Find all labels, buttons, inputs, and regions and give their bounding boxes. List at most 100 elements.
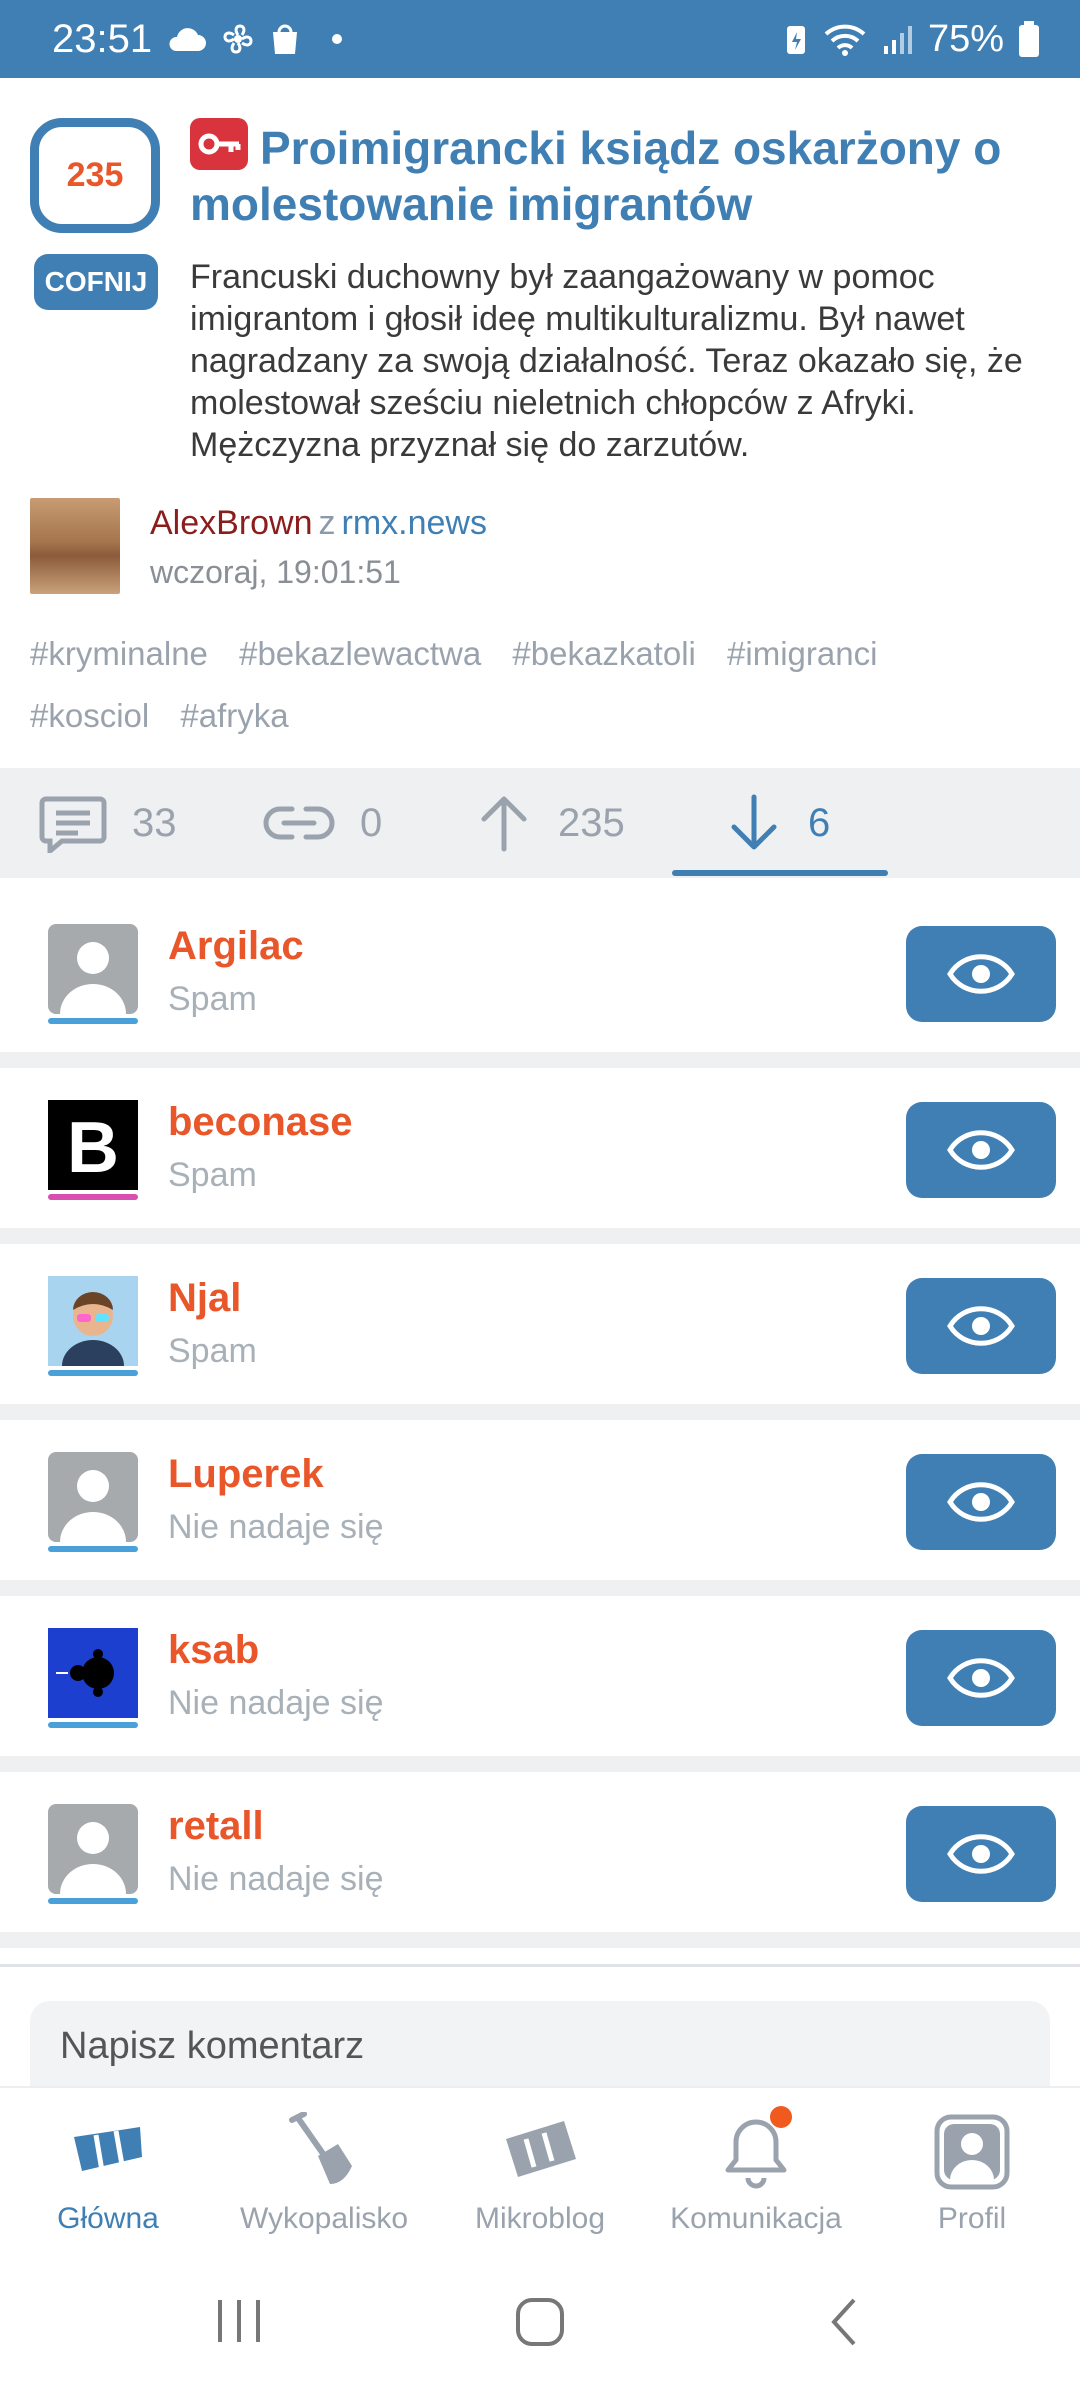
eye-icon — [947, 1834, 1015, 1874]
nav-label: Wykopalisko — [239, 2202, 409, 2235]
tag[interactable]: #kryminalne — [30, 635, 208, 672]
avatar[interactable] — [48, 1628, 138, 1718]
post-time: wczoraj, 19:01:51 — [150, 554, 401, 590]
author-name[interactable]: AlexBrown — [150, 504, 313, 542]
vote-reason: Nie nadaje się — [168, 1684, 384, 1722]
status-time: 23:51 — [52, 16, 153, 61]
eye-icon — [947, 1130, 1015, 1170]
avatar-underline — [48, 1898, 138, 1904]
post-title-text: Proimigrancki ksiądz oskarżony o molesto… — [190, 122, 1002, 230]
view-button[interactable] — [906, 1278, 1056, 1374]
link-icon — [263, 806, 335, 840]
status-left-icons — [166, 21, 343, 57]
home-icon — [68, 2112, 148, 2192]
arrow-up-icon — [481, 796, 527, 852]
tag[interactable]: #imigranci — [727, 635, 877, 672]
vote-counter[interactable]: 235 — [30, 118, 160, 233]
tag[interactable]: #kosciol — [30, 697, 149, 734]
eye-icon — [947, 1306, 1015, 1346]
voter-name[interactable]: Njal — [168, 1276, 241, 1321]
status-bar: 23:51 75% — [0, 0, 1080, 78]
voter-name[interactable]: retall — [168, 1804, 264, 1849]
tag[interactable]: #bekazlewactwa — [239, 635, 481, 672]
tab-upvotes[interactable]: 235 — [474, 768, 625, 878]
comment-area: Napisz komentarz — [0, 1964, 1080, 2089]
battery-percent: 75% — [927, 17, 1004, 60]
tags-list: #kryminalne #bekazlewactwa #bekazkatoli … — [30, 623, 1050, 747]
svg-text:B: B — [67, 1108, 119, 1188]
voter-name[interactable]: Argilac — [168, 924, 304, 969]
avatar[interactable] — [48, 1452, 138, 1542]
view-button[interactable] — [906, 1454, 1056, 1550]
voter-name[interactable]: beconase — [168, 1100, 353, 1145]
post-title[interactable]: Proimigrancki ksiądz oskarżony o molesto… — [190, 118, 1040, 232]
source-link[interactable]: rmx.news — [342, 504, 487, 542]
post-title-wrap: Proimigrancki ksiądz oskarżony o molesto… — [190, 118, 1040, 232]
vote-reason: Spam — [168, 1332, 257, 1370]
avatar[interactable] — [48, 924, 138, 1014]
recents-button[interactable] — [214, 2296, 264, 2351]
comment-input[interactable]: Napisz komentarz — [30, 2001, 1050, 2089]
system-nav-bar — [0, 2246, 1080, 2400]
back-button[interactable] — [824, 2296, 864, 2353]
home-button[interactable] — [514, 2296, 566, 2353]
avatar[interactable]: B — [48, 1100, 138, 1190]
arrow-down-icon — [731, 794, 777, 850]
post-thumbnail[interactable] — [30, 498, 120, 594]
bell-icon — [716, 2106, 796, 2192]
view-button[interactable] — [906, 1102, 1056, 1198]
vote-reason: Spam — [168, 980, 257, 1018]
author-row: AlexBrown z rmx.news wczoraj, 19:01:51 — [30, 498, 1050, 598]
downvoters-list: Argilac Spam B beconase Spam Njal Spam L… — [0, 892, 1080, 1948]
avatar-underline — [48, 1370, 138, 1376]
voter-name[interactable]: ksab — [168, 1628, 259, 1673]
fan-icon — [223, 24, 253, 54]
comments-icon — [39, 796, 107, 853]
stats-bar: 33 0 235 6 — [0, 768, 1080, 878]
recents-icon — [218, 2300, 260, 2342]
battery-icon — [1019, 21, 1039, 57]
nav-label: Główna — [57, 2202, 159, 2235]
nav-komunikacja[interactable]: Komunikacja — [648, 2106, 864, 2236]
vote-reason: Nie nadaje się — [168, 1508, 384, 1546]
notification-badge — [770, 2106, 792, 2128]
undo-vote-button[interactable]: COFNIJ — [34, 254, 158, 310]
view-button[interactable] — [906, 926, 1056, 1022]
battery-saver-icon — [786, 26, 805, 54]
nav-profil[interactable]: Profil — [864, 2112, 1080, 2236]
vote-reason: Nie nadaje się — [168, 1860, 384, 1898]
upvotes-count: 235 — [558, 800, 625, 845]
nav-label: Komunikacja — [670, 2202, 842, 2235]
links-count: 0 — [360, 800, 383, 845]
eye-icon — [947, 1658, 1015, 1698]
eye-icon — [947, 1482, 1015, 1522]
view-button[interactable] — [906, 1806, 1056, 1902]
shovel-icon — [284, 2112, 364, 2192]
status-right-icons: 75% — [784, 18, 1040, 61]
nav-glowna[interactable]: Główna — [0, 2112, 216, 2236]
home-circle-icon — [516, 2298, 564, 2346]
tab-downvotes[interactable]: 6 — [724, 768, 830, 878]
bottom-nav: Główna Wykopalisko Mikroblog Komunikacja… — [0, 2086, 1080, 2246]
shopping-bag-icon — [273, 24, 298, 54]
tab-comments[interactable]: 33 — [38, 768, 177, 878]
list-item: Luperek Nie nadaje się — [0, 1420, 1080, 1580]
tag[interactable]: #afryka — [180, 697, 288, 734]
vote-reason: Spam — [168, 1156, 257, 1194]
nav-mikroblog[interactable]: Mikroblog — [432, 2112, 648, 2236]
author-line: AlexBrown z rmx.news — [150, 504, 487, 543]
avatar[interactable] — [48, 1276, 138, 1366]
nav-label: Mikroblog — [474, 2202, 606, 2235]
tag[interactable]: #bekazkatoli — [512, 635, 695, 672]
active-tab-indicator — [672, 870, 888, 876]
tab-related-links[interactable]: 0 — [262, 768, 382, 878]
nav-wykopalisko[interactable]: Wykopalisko — [216, 2112, 432, 2236]
comments-count: 33 — [132, 800, 177, 845]
profile-icon — [932, 2112, 1012, 2192]
avatar[interactable] — [48, 1804, 138, 1894]
avatar-underline — [48, 1722, 138, 1728]
downvotes-count: 6 — [808, 800, 831, 845]
key-badge-icon — [190, 118, 248, 170]
voter-name[interactable]: Luperek — [168, 1452, 324, 1497]
view-button[interactable] — [906, 1630, 1056, 1726]
